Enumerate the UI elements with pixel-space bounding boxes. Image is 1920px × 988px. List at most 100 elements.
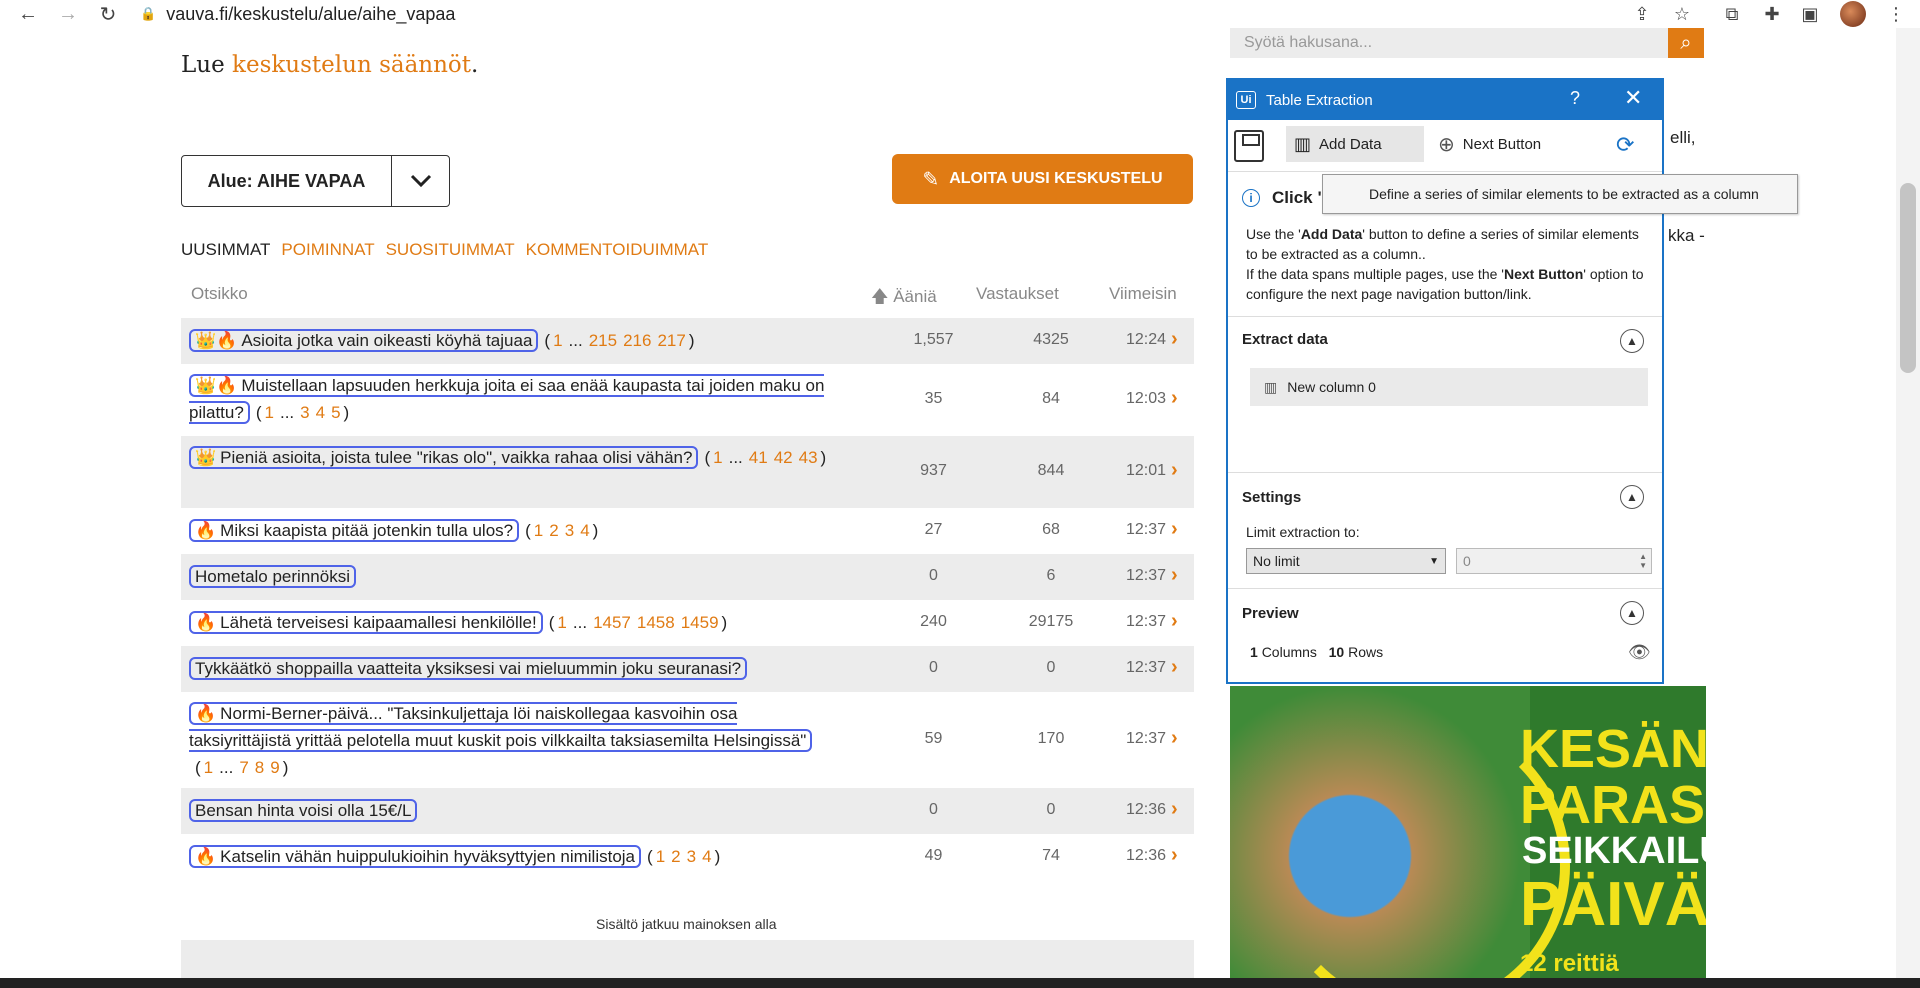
puzzle-icon[interactable]: ✚ xyxy=(1760,2,1784,26)
column-header-answers[interactable]: Vastaukset xyxy=(976,284,1059,304)
new-column-item[interactable]: ▥ New column 0 xyxy=(1250,368,1648,406)
thread-title-cell: 🔥 Normi-Berner-päivä... "Taksinkuljettaja… xyxy=(189,700,834,781)
page-link[interactable]: 1 xyxy=(265,403,274,422)
reload-icon[interactable]: ↻ xyxy=(90,0,126,28)
area-select[interactable]: Alue: AIHE VAPAA xyxy=(181,155,450,207)
page-link[interactable]: 3 xyxy=(300,403,309,422)
avatar[interactable] xyxy=(1840,1,1866,27)
page-link[interactable]: 217 xyxy=(657,331,685,350)
chevron-right-icon[interactable]: › xyxy=(1171,459,1178,482)
tab-kommentoiduimmat[interactable]: KOMMENTOIDUIMMAT xyxy=(526,240,709,260)
table-row[interactable]: 👑🔥 Muistellaan lapsuuden herkkuja joita e… xyxy=(181,364,1194,436)
search-icon[interactable]: ⌕ xyxy=(1668,28,1704,58)
thread-title-link[interactable]: 👑 Pieniä asioita, joista tulee "rikas olo… xyxy=(189,446,699,469)
new-thread-button[interactable]: ✎ ALOITA UUSI KESKUSTELU xyxy=(892,154,1193,204)
chevron-right-icon[interactable]: › xyxy=(1171,387,1178,410)
next-button-button[interactable]: ⊕ Next Button xyxy=(1438,126,1541,162)
table-row[interactable]: Tykkäätkö shoppailla vaatteita yksiksesi… xyxy=(181,646,1194,692)
help-button[interactable]: ? xyxy=(1570,88,1580,109)
chevron-right-icon[interactable]: › xyxy=(1171,564,1178,587)
thread-title-link[interactable]: Hometalo perinnöksi xyxy=(189,565,356,588)
extension-puzzle-icon[interactable]: ⧉ xyxy=(1720,2,1744,26)
thread-title-link[interactable]: 👑🔥 Asioita jotka vain oikeasti köyhä taju… xyxy=(189,329,539,352)
search-input[interactable]: Syötä hakusana... xyxy=(1230,28,1668,58)
page-link[interactable]: 42 xyxy=(774,448,793,467)
collapse-extract-icon[interactable]: ▲ xyxy=(1620,329,1644,353)
table-row[interactable]: 👑🔥 Asioita jotka vain oikeasti köyhä taju… xyxy=(181,318,1194,364)
refresh-icon[interactable]: ⟳ xyxy=(1616,132,1634,158)
page-link[interactable]: 215 xyxy=(589,331,617,350)
page-link[interactable]: 1459 xyxy=(681,613,719,632)
table-row[interactable]: 🔥 Lähetä terveisesi kaipaamallesi henkilö… xyxy=(181,600,1194,646)
page-link[interactable]: 1457 xyxy=(593,613,631,632)
page-link[interactable]: 4 xyxy=(702,847,711,866)
menu-icon[interactable]: ⋮ xyxy=(1884,2,1908,26)
save-icon[interactable] xyxy=(1234,130,1264,162)
bookmark-star-icon[interactable]: ☆ xyxy=(1670,2,1694,26)
page-link[interactable]: 9 xyxy=(270,758,279,777)
thread-title-link[interactable]: 🔥 Lähetä terveisesi kaipaamallesi henkilö… xyxy=(189,611,543,634)
close-icon[interactable]: ✕ xyxy=(1624,85,1642,111)
table-row[interactable]: 🔥 Normi-Berner-päivä... "Taksinkuljettaja… xyxy=(181,692,1194,788)
share-icon[interactable]: ⇪ xyxy=(1630,2,1654,26)
chevron-down-icon[interactable] xyxy=(392,156,449,206)
tab-poiminnat[interactable]: POIMINNAT xyxy=(281,240,374,260)
page-link[interactable]: 1 xyxy=(557,613,566,632)
chevron-right-icon[interactable]: › xyxy=(1171,656,1178,679)
back-icon[interactable]: ← xyxy=(10,0,46,28)
eye-icon[interactable]: 👁 xyxy=(1628,642,1651,663)
page-link[interactable]: 1 xyxy=(553,331,562,350)
rules-link[interactable]: keskustelun säännöt xyxy=(232,52,471,78)
table-row[interactable]: Bensan hinta voisi olla 15€/L 0 0 12:36 › xyxy=(181,788,1194,834)
page-link[interactable]: 1 xyxy=(204,758,213,777)
collapse-preview-icon[interactable]: ▲ xyxy=(1620,601,1644,625)
collapse-settings-icon[interactable]: ▲ xyxy=(1620,485,1644,509)
chevron-right-icon[interactable]: › xyxy=(1171,727,1178,750)
page-link[interactable]: 7 xyxy=(239,758,248,777)
thread-title-link[interactable]: Bensan hinta voisi olla 15€/L xyxy=(189,799,418,822)
sidepanel-icon[interactable]: ▣ xyxy=(1798,2,1822,26)
table-row[interactable]: 👑 Pieniä asioita, joista tulee "rikas olo… xyxy=(181,436,1194,508)
thread-title-link[interactable]: Tykkäätkö shoppailla vaatteita yksiksesi… xyxy=(189,657,748,680)
thread-title-link[interactable]: 🔥 Normi-Berner-päivä... "Taksinkuljettaja… xyxy=(189,702,813,752)
page-link[interactable]: 216 xyxy=(623,331,651,350)
table-row[interactable]: 🔥 Katselin vähän huippulukioihin hyväksyt… xyxy=(181,834,1194,880)
table-row[interactable]: Hometalo perinnöksi 0 6 12:37 › xyxy=(181,554,1194,600)
limit-number-input[interactable]: 0 ▲ ▼ xyxy=(1456,548,1652,574)
scrollbar[interactable] xyxy=(1896,28,1920,988)
chevron-right-icon[interactable]: › xyxy=(1171,844,1178,867)
page-link[interactable]: 1 xyxy=(713,448,722,467)
page-link[interactable]: 2 xyxy=(549,521,558,540)
page-link[interactable]: 43 xyxy=(799,448,818,467)
page-link[interactable]: 4 xyxy=(580,521,589,540)
page-link[interactable]: 3 xyxy=(687,847,696,866)
tab-uusimmat[interactable]: UUSIMMAT xyxy=(181,240,270,260)
thread-title-link[interactable]: 🔥 Miksi kaapista pitää jotenkin tulla ulo… xyxy=(189,519,520,542)
page-link[interactable]: 1 xyxy=(656,847,665,866)
ad-banner[interactable]: KESÄN PARAS SEIKKAILU- PÄIVÄ 12 reittiä xyxy=(1230,686,1706,988)
chevron-right-icon[interactable]: › xyxy=(1171,328,1178,351)
page-link[interactable]: 1 xyxy=(534,521,543,540)
page-link[interactable]: 3 xyxy=(565,521,574,540)
chevron-right-icon[interactable]: › xyxy=(1171,798,1178,821)
chevron-right-icon[interactable]: › xyxy=(1171,518,1178,541)
page-link[interactable]: 5 xyxy=(331,403,340,422)
tab-suosituimmat[interactable]: SUOSITUIMMAT xyxy=(386,240,515,260)
column-header-latest[interactable]: Viimeisin xyxy=(1109,284,1177,304)
table-row[interactable]: 🔥 Miksi kaapista pitää jotenkin tulla ulo… xyxy=(181,508,1194,554)
page-link[interactable]: 41 xyxy=(749,448,768,467)
chevron-right-icon[interactable]: › xyxy=(1171,610,1178,633)
column-header-votes[interactable]: 🡅 Ääniä xyxy=(871,284,937,313)
thread-title-link[interactable]: 🔥 Katselin vähän huippulukioihin hyväksyt… xyxy=(189,845,642,868)
limit-select[interactable]: No limit ▼ xyxy=(1246,548,1446,574)
page-link[interactable]: 2 xyxy=(671,847,680,866)
address-bar[interactable]: 🔒 vauva.fi/keskustelu/alue/aihe_vapaa xyxy=(140,0,1830,28)
add-data-button[interactable]: ▥ Add Data xyxy=(1286,126,1424,162)
forward-icon[interactable]: → xyxy=(50,0,86,28)
column-header-title[interactable]: Otsikko xyxy=(191,284,248,304)
page-link[interactable]: 4 xyxy=(316,403,325,422)
page-link[interactable]: 8 xyxy=(255,758,264,777)
spinner-icon[interactable]: ▲ ▼ xyxy=(1639,552,1647,570)
scrollbar-thumb[interactable] xyxy=(1900,183,1916,373)
page-link[interactable]: 1458 xyxy=(637,613,675,632)
